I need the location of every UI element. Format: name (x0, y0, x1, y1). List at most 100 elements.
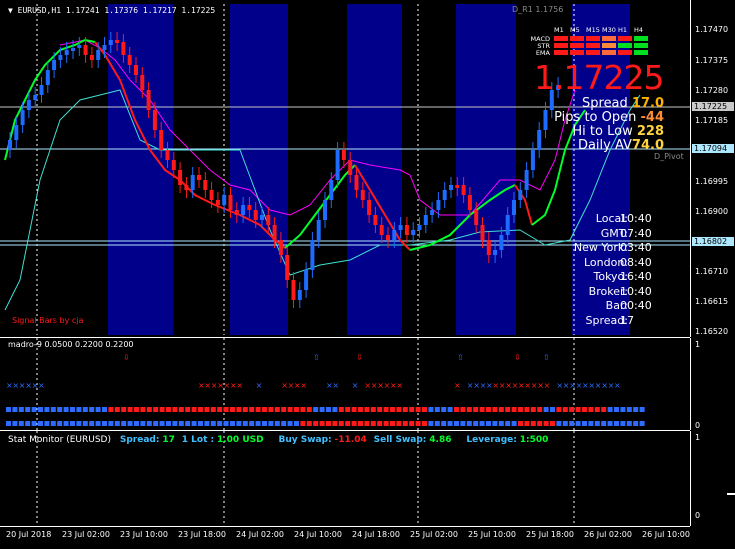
madro-bar-outline (351, 421, 357, 426)
madro-bar (358, 407, 363, 412)
madro-bar-outline (281, 421, 287, 426)
candle-body (411, 230, 416, 235)
madro-bar-outline (230, 421, 235, 426)
main-chart[interactable]: ▼ EURUSD,H1 1.17241 1.17376 1.17217 1.17… (0, 0, 690, 337)
candle-body (436, 200, 441, 210)
madro-bar-outline (594, 421, 600, 426)
madro-bar-outline (518, 421, 523, 426)
madro-bar (262, 407, 267, 412)
session-band (456, 4, 516, 335)
madro-bar-outline (377, 421, 383, 426)
madro-bar (588, 407, 594, 412)
dropdown-triangle-icon[interactable]: ▼ (8, 6, 13, 15)
candle-body (64, 50, 69, 55)
mtf-signal-box (554, 36, 568, 41)
time-tick: 24 Jul 10:00 (294, 530, 342, 539)
sm-lev-label: Leverage: (466, 435, 517, 445)
time-axis[interactable]: 20 Jul 2018 23 Jul 02:00 23 Jul 10:00 23 Ju… (0, 526, 690, 549)
stat-monitor-panel[interactable]: Stat Monitor (EURUSD) Spread: 17 1 Lot :… (0, 431, 690, 526)
candle-body (430, 210, 435, 215)
clock-value: 08:40 (620, 255, 652, 269)
madro-x-mark: × (544, 381, 551, 390)
candle-body (241, 205, 246, 215)
candle-body (39, 85, 44, 95)
madro-bar-outline (306, 421, 312, 426)
mtf-signal-box (634, 50, 648, 55)
madro-bar-outline (25, 421, 31, 426)
madro-bar-outline (57, 421, 63, 426)
candle-body (423, 215, 428, 225)
mtf-timeframe: H4 (634, 26, 644, 34)
candle-body (316, 220, 321, 240)
candle-body (474, 210, 479, 225)
time-tick: 24 Jul 18:00 (352, 530, 400, 539)
madro-bar (204, 407, 210, 412)
candle-body (165, 150, 170, 160)
madro-bar (44, 407, 50, 412)
time-tick: 26 Jul 10:00 (642, 530, 690, 539)
madro-bar-outline (50, 421, 56, 426)
madro-bar (57, 407, 63, 412)
price-tick: 1.17185 (695, 116, 729, 125)
madro-svg: × × × × × × × × × × × × × × × × × × × × × × × × × × × × × × × × × × × × × × × ×… (6, 338, 645, 430)
price-axis[interactable]: 1.17470 1.17375 1.17280 1.17185 1.16995 1.169… (690, 0, 735, 337)
sm-sell-value: 4.86 (429, 435, 452, 445)
madro-bar-outline (434, 421, 440, 426)
madro-bar (626, 407, 632, 412)
scroll-marker[interactable] (727, 493, 735, 495)
madro-bar (6, 407, 11, 412)
madro-bar (25, 407, 31, 412)
madro-bar-outline (326, 421, 331, 426)
madro-bar (633, 407, 639, 412)
candle-body (417, 225, 422, 230)
madro-bar (396, 407, 402, 412)
sm-lev-value: 1:500 (519, 435, 549, 445)
candle-body (386, 235, 390, 240)
pips-label: Pips to Open (554, 110, 637, 125)
price-tag-current: 1.17225 (692, 102, 734, 111)
candle-body (493, 250, 498, 255)
candle-body (89, 55, 94, 60)
madro-bar (607, 407, 613, 412)
madro-bar (249, 407, 255, 412)
mtf-signal-box (634, 36, 648, 41)
madro-bar-outline (582, 421, 587, 426)
clock-panel: Local: 10:40 GMT: 07:40 New York: 03:40 London… (520, 212, 690, 327)
candle-body (512, 200, 516, 215)
madro-bar-outline (569, 421, 575, 426)
clock-value: 07:40 (620, 226, 652, 240)
candle-body (33, 95, 38, 100)
madro-bar (492, 407, 498, 412)
candle-body (140, 75, 145, 90)
madro-bar (223, 407, 229, 412)
mtf-signal-box (570, 43, 584, 48)
mtf-signal-box (570, 36, 584, 41)
madro-bar-outline (626, 421, 632, 426)
madro-bar (479, 407, 485, 412)
candle-body (222, 195, 227, 205)
madro-bar-outline (236, 421, 242, 426)
madro-bar (518, 407, 523, 412)
madro-bar (146, 407, 152, 412)
madro-bar-outline (454, 421, 459, 426)
madro-x-mark: × (396, 381, 403, 390)
madro-bar (210, 407, 216, 412)
time-tick: 25 Jul 02:00 (410, 530, 458, 539)
madro-bar (639, 407, 645, 412)
daily-label: Daily AV (577, 138, 632, 153)
candle-body (379, 225, 384, 235)
madro-bar (95, 407, 101, 412)
madro-bar-outline (185, 421, 191, 426)
madro-bar (63, 407, 69, 412)
candle-body (45, 70, 50, 85)
madro-bar-outline (146, 421, 152, 426)
clock-value: 17 (620, 313, 634, 327)
madro-bar (460, 407, 466, 412)
madro-bar (569, 407, 575, 412)
madro-panel[interactable]: madro-9 0.0500 0.2200 0.2200 × × × × × × × × × × ×… (0, 338, 690, 430)
madro-arrow-up: ⇧ (313, 353, 320, 362)
session-band (108, 4, 173, 335)
madro-scale: 1 0 (690, 338, 735, 430)
madro-bar-outline (166, 421, 171, 426)
candle-body (278, 240, 283, 255)
